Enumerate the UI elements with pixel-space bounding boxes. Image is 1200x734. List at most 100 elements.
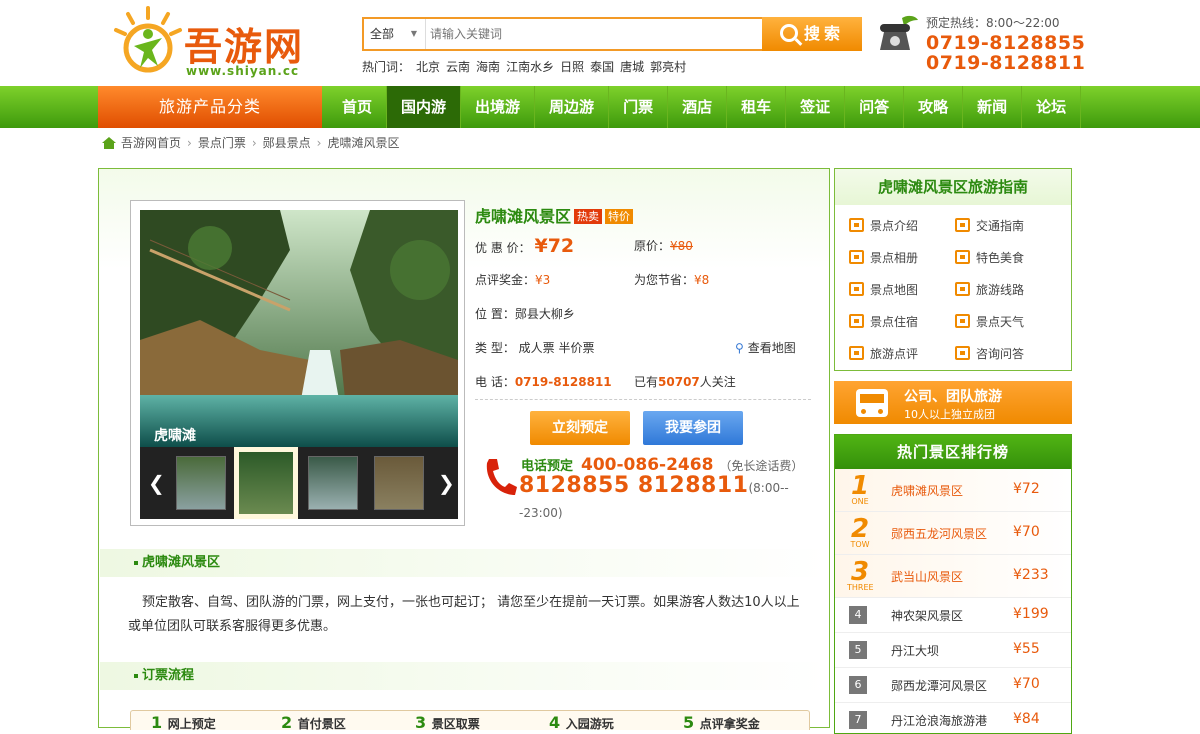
hotline: 预定热线：8:00～22:00 0719-8128855 0719-812881… — [876, 14, 1196, 74]
photo-gallery: 虎啸滩 ❮ ❯ — [130, 200, 465, 526]
hot-word[interactable]: 云南 — [446, 60, 470, 74]
nav-item-guide[interactable]: 攻略 — [904, 86, 964, 128]
breadcrumb-region[interactable]: 郧县景点 — [263, 136, 311, 150]
discount-price: ¥72 — [534, 235, 575, 257]
map-pin-icon: ⚲ — [735, 341, 744, 355]
nav-item-visa[interactable]: 签证 — [786, 86, 846, 128]
telephone-icon — [880, 15, 918, 50]
ranking-item[interactable]: 5 丹江大坝 ¥55 — [835, 633, 1071, 668]
guide-link[interactable]: 旅游线路 — [955, 281, 1024, 299]
booking-description: 预定散客、自驾、团队游的门票，网上支付，一张也可起订； 请您至少在提前一天订票。… — [128, 595, 800, 634]
thumbnail[interactable] — [176, 456, 226, 510]
group-travel-subtitle: 10人以上独立成团 — [904, 408, 995, 421]
guide-link[interactable]: 景点地图 — [849, 281, 918, 299]
question-icon — [955, 346, 970, 360]
logo-url: www.shiyan.cc — [186, 64, 300, 78]
reward-row: 点评奖金：¥3 — [475, 273, 551, 287]
travel-guide-title: 虎啸滩风景区旅游指南 — [835, 169, 1071, 205]
sun-logo-icon — [114, 6, 182, 73]
hot-scenic-ranking: 热门景区排行榜 1 ONE 虎啸滩风景区 ¥72 2 TOW 郧西五龙河风景区 ¥70 3T… — [834, 434, 1072, 734]
hot-word[interactable]: 郭亮村 — [650, 60, 686, 74]
thumbnail[interactable] — [374, 456, 424, 510]
thumbnail-active[interactable] — [234, 447, 298, 519]
nav-item-hotel[interactable]: 酒店 — [668, 86, 728, 128]
main-photo[interactable]: 虎啸滩 — [140, 210, 458, 447]
main-nav: 旅游产品分类 首页 国内游 出境游 周边游 门票 酒店 租车 签证 问答 攻略 … — [0, 86, 1200, 128]
ranking-item[interactable]: 4 神农架风景区 ¥199 — [835, 598, 1071, 633]
nav-item-tickets[interactable]: 门票 — [609, 86, 669, 128]
hot-words-label: 热门词： — [362, 60, 411, 74]
hot-sale-badge: 热卖 — [574, 209, 603, 224]
hot-words: 热门词： 北京 云南 海南 江南水乡 日照 泰国 唐城 郭亮村 — [362, 58, 692, 75]
view-map-link[interactable]: ⚲ 查看地图 — [735, 337, 796, 359]
search-input[interactable] — [430, 24, 750, 44]
breadcrumb-home[interactable]: 吾游网首页 — [121, 136, 181, 150]
ranking-item[interactable]: 2 TOW 郧西五龙河风景区 ¥70 — [835, 512, 1071, 555]
hot-word[interactable]: 北京 — [416, 60, 440, 74]
breadcrumb-current: 虎啸滩风景区 — [327, 136, 400, 150]
search-category-select[interactable]: 全部 ▼ — [364, 19, 426, 49]
guide-link[interactable]: 旅游点评 — [849, 345, 918, 363]
type-row: 类 型： 成人票 半价票 — [475, 341, 595, 355]
nav-item-car-rental[interactable]: 租车 — [727, 86, 787, 128]
book-now-button[interactable]: 立刻预定 — [530, 411, 630, 445]
join-group-button[interactable]: 我要参团 — [643, 411, 743, 445]
product-category-menu[interactable]: 旅游产品分类 — [98, 86, 322, 128]
booking-steps: 1 网上预定 2 首付景区 3 景区取票 4 入园游玩 5 点评拿奖金 — [130, 710, 810, 730]
nav-item-news[interactable]: 新闻 — [963, 86, 1023, 128]
hot-word[interactable]: 唐城 — [620, 60, 644, 74]
ranking-item[interactable]: 3 THREE 武当山风景区 ¥233 — [835, 555, 1071, 598]
thumbnail[interactable] — [308, 456, 358, 510]
section-heading-scenic: 虎啸滩风景区 — [100, 549, 828, 577]
ranking-title: 热门景区排行榜 — [835, 435, 1071, 469]
product-title-row: 虎啸滩风景区 热卖 特价 — [475, 203, 815, 227]
guide-link[interactable]: 景点天气 — [955, 313, 1024, 331]
thumbnail-strip: ❮ ❯ — [140, 447, 458, 519]
nav-item-home[interactable]: 首页 — [328, 86, 388, 128]
search-button[interactable]: 搜索 — [762, 17, 862, 51]
guide-link[interactable]: 景点相册 — [849, 249, 918, 267]
site-logo[interactable]: 吾游网 www.shiyan.cc — [108, 4, 328, 80]
search-icon — [779, 24, 798, 42]
prev-arrow-icon[interactable]: ❮ — [148, 471, 165, 495]
nav-item-outbound[interactable]: 出境游 — [461, 86, 536, 128]
ranking-item[interactable]: 7 丹江沧浪海旅游港 ¥84 — [835, 703, 1071, 733]
handset-icon — [486, 459, 517, 495]
food-icon — [955, 250, 970, 264]
weather-icon — [955, 314, 970, 328]
hot-word[interactable]: 江南水乡 — [506, 60, 554, 74]
info-icon — [849, 218, 864, 232]
ranking-item[interactable]: 6 郧西龙潭河风景区 ¥70 — [835, 668, 1071, 703]
nav-item-domestic[interactable]: 国内游 — [387, 86, 462, 128]
saving-row: 为您节省：¥8 — [634, 273, 710, 287]
location-row: 位 置：郧县大柳乡 — [475, 307, 575, 321]
ranking-item[interactable]: 1 ONE 虎啸滩风景区 ¥72 — [835, 469, 1071, 512]
nav-item-nearby[interactable]: 周边游 — [535, 86, 610, 128]
next-arrow-icon[interactable]: ❯ — [438, 471, 455, 495]
guide-link[interactable]: 交通指南 — [955, 217, 1024, 235]
guide-link[interactable]: 咨询问答 — [955, 345, 1024, 363]
chevron-right-icon: › — [251, 136, 257, 150]
group-travel-banner[interactable]: 公司、团队旅游 10人以上独立成团 — [834, 381, 1072, 424]
nav-item-forum[interactable]: 论坛 — [1022, 86, 1082, 128]
hotline-label: 预定热线：8:00～22:00 — [926, 16, 1060, 30]
breadcrumb-tickets[interactable]: 景点门票 — [198, 136, 246, 150]
hot-word[interactable]: 泰国 — [590, 60, 614, 74]
nav-item-qa[interactable]: 问答 — [845, 86, 905, 128]
phone-row: 电 话：0719-8128811 — [475, 375, 612, 389]
guide-link[interactable]: 景点住宿 — [849, 313, 918, 331]
chevron-right-icon: › — [316, 136, 322, 150]
section-heading-process: 订票流程 — [100, 662, 828, 690]
guide-link[interactable]: 景点介绍 — [849, 217, 918, 235]
guide-link[interactable]: 特色美食 — [955, 249, 1024, 267]
local-numbers: 8128855 8128811 — [519, 473, 749, 498]
travel-guide-box: 虎啸滩风景区旅游指南 景点介绍 交通指南 景点相册 特色美食 景点地图 旅游线路… — [834, 168, 1072, 371]
step-1: 1 网上预定 — [151, 713, 216, 730]
phone-booking: 电话预定 400-086-2468 （免长途话费） 8128855 8128811(… — [483, 455, 813, 520]
breadcrumb: 吾游网首页 › 景点门票 › 郧县景点 › 虎啸滩风景区 — [102, 134, 400, 152]
hot-word[interactable]: 海南 — [476, 60, 500, 74]
price-row: 优 惠 价： ¥72 — [475, 235, 575, 257]
waterfall-photo — [140, 210, 458, 447]
map-icon — [849, 282, 864, 296]
hot-word[interactable]: 日照 — [560, 60, 584, 74]
